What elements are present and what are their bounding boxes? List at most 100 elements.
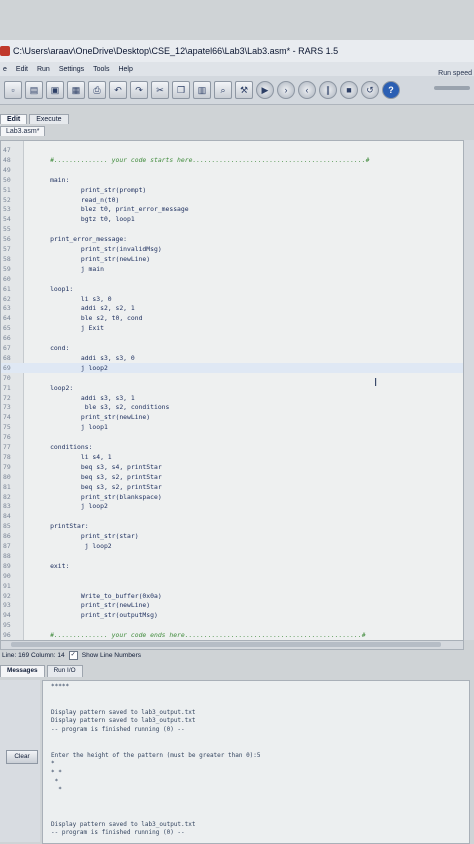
run-icon[interactable]: ▶ bbox=[256, 81, 274, 99]
code-line[interactable]: 73 ble s3, s2, conditions bbox=[1, 402, 463, 412]
find-icon[interactable]: ⌕ bbox=[214, 81, 232, 99]
help-icon[interactable]: ? bbox=[382, 81, 400, 99]
line-number: 60 bbox=[3, 274, 11, 283]
file-tab-lab3[interactable]: Lab3.asm* bbox=[0, 126, 46, 136]
code-line[interactable]: 47 bbox=[1, 145, 463, 155]
code-line[interactable]: 66 bbox=[1, 333, 463, 343]
code-line[interactable]: 57 print_str(invalidMsg) bbox=[1, 244, 463, 254]
code-line[interactable]: 56 print_error_message: bbox=[1, 234, 463, 244]
line-number: 87 bbox=[3, 542, 11, 550]
code-line[interactable]: 95 bbox=[1, 620, 463, 630]
save-all-icon[interactable]: ▦ bbox=[67, 81, 85, 99]
code-line[interactable]: 53 blez t0, print_error_message bbox=[1, 204, 463, 214]
menu-file[interactable]: e bbox=[3, 66, 7, 73]
scrollbar-thumb[interactable] bbox=[11, 642, 441, 647]
line-number: 64 bbox=[3, 314, 11, 323]
code-editor[interactable]: 47 48 #.............. your code starts he… bbox=[0, 140, 464, 642]
line-number: 90 bbox=[3, 571, 11, 580]
code-line[interactable]: 63 addi s2, s2, 1 bbox=[1, 303, 463, 313]
code-line[interactable]: 49 bbox=[1, 165, 463, 175]
pause-icon[interactable]: ∥ bbox=[319, 81, 337, 99]
code-text: j loop2 bbox=[27, 363, 108, 372]
code-line[interactable]: 55 bbox=[1, 224, 463, 234]
tab-execute[interactable]: Execute bbox=[29, 114, 69, 124]
print-icon[interactable]: ⎙ bbox=[88, 81, 106, 99]
menu-settings[interactable]: Settings bbox=[59, 66, 84, 73]
editor-vertical-scrollbar[interactable] bbox=[463, 140, 474, 640]
assemble-icon[interactable]: ⚒ bbox=[235, 81, 253, 99]
code-line[interactable]: 70 bbox=[1, 373, 463, 383]
run-speed-label: Run speed bbox=[438, 70, 472, 77]
code-line[interactable]: 75 j loop1 bbox=[1, 422, 463, 432]
code-line[interactable]: 48 #.............. your code starts here… bbox=[1, 155, 463, 165]
copy-icon[interactable]: ❐ bbox=[172, 81, 190, 99]
code-text: conditions: bbox=[27, 443, 93, 451]
code-line[interactable]: 80 beq s3, s2, printStar bbox=[1, 472, 463, 482]
code-line[interactable]: 96 #.............. your code ends here..… bbox=[1, 630, 463, 640]
backstep-icon[interactable]: ‹ bbox=[298, 81, 316, 99]
code-line[interactable]: 50 main: bbox=[1, 175, 463, 185]
code-line[interactable]: 71 loop2: bbox=[1, 383, 463, 393]
code-line[interactable]: 91 bbox=[1, 581, 463, 591]
redo-icon[interactable]: ↷ bbox=[130, 81, 148, 99]
code-line[interactable]: 81 beq s3, s2, printStar bbox=[1, 482, 463, 492]
code-line[interactable]: 61 loop1: bbox=[1, 284, 463, 294]
console-line: Display pattern saved to lab3_output.txt bbox=[51, 717, 196, 725]
undo-icon[interactable]: ↶ bbox=[109, 81, 127, 99]
code-line[interactable]: 93 print_str(newLine) bbox=[1, 600, 463, 610]
code-text: loop2: bbox=[27, 383, 74, 392]
paste-icon[interactable]: ▥ bbox=[193, 81, 211, 99]
step-icon[interactable]: › bbox=[277, 81, 295, 99]
new-file-icon[interactable]: ▫ bbox=[4, 81, 22, 99]
code-line[interactable]: 58 print_str(newLine) bbox=[1, 254, 463, 264]
code-line[interactable]: 65 j Exit bbox=[1, 323, 463, 333]
code-line[interactable]: 79 beq s3, s4, printStar bbox=[1, 462, 463, 472]
code-line[interactable]: 59 j main bbox=[1, 264, 463, 274]
code-line[interactable]: 54 bgtz t0, loop1 bbox=[1, 214, 463, 224]
menu-help[interactable]: Help bbox=[118, 66, 132, 73]
code-line[interactable]: 94 print_str(outputMsg) bbox=[1, 610, 463, 620]
tab-edit[interactable]: Edit bbox=[0, 114, 28, 124]
code-line[interactable]: 52 read_n(t0) bbox=[1, 195, 463, 205]
clear-button[interactable]: Clear bbox=[6, 750, 38, 764]
code-line[interactable]: 51 print_str(prompt) bbox=[1, 185, 463, 195]
code-line[interactable]: 86 print_str(star) bbox=[1, 531, 463, 541]
code-line[interactable]: 83 j loop2 bbox=[1, 501, 463, 511]
code-line[interactable]: 69 j loop2 bbox=[1, 362, 463, 373]
menu-run[interactable]: Run bbox=[37, 66, 50, 73]
code-line[interactable]: 72 addi s3, s3, 1 bbox=[1, 393, 463, 403]
editor-status-line: Line: 169 Column: 14 ✓ Show Line Numbers bbox=[0, 649, 474, 661]
code-line[interactable]: 88 bbox=[1, 551, 463, 561]
code-line[interactable]: 76 bbox=[1, 432, 463, 442]
code-line[interactable]: 68 addi s3, s3, 0 bbox=[1, 353, 463, 363]
stop-icon[interactable]: ■ bbox=[340, 81, 358, 99]
open-icon[interactable]: ▤ bbox=[25, 81, 43, 99]
line-number: 92 bbox=[3, 591, 11, 600]
reset-icon[interactable]: ↺ bbox=[361, 81, 379, 99]
code-line[interactable]: 60 bbox=[1, 274, 463, 284]
code-line[interactable]: 84 bbox=[1, 511, 463, 521]
run-speed-slider[interactable] bbox=[434, 86, 470, 90]
save-icon[interactable]: ▣ bbox=[46, 81, 64, 99]
code-line[interactable]: 90 bbox=[1, 571, 463, 581]
code-line[interactable]: 77 conditions: bbox=[1, 442, 463, 452]
code-text: j Exit bbox=[27, 324, 104, 333]
code-line[interactable]: 78 li s4, 1 bbox=[1, 452, 463, 462]
code-line[interactable]: 85 printStar: bbox=[1, 521, 463, 531]
code-text: Write_to_buffer(0x0a) bbox=[27, 591, 162, 600]
show-line-numbers-checkbox[interactable]: ✓ bbox=[68, 650, 78, 660]
code-line[interactable]: 89 exit: bbox=[1, 561, 463, 571]
code-line[interactable]: 62 li s3, 0 bbox=[1, 294, 463, 304]
code-line[interactable]: 82 print_str(blankspace) bbox=[1, 492, 463, 502]
tab-messages[interactable]: Messages bbox=[0, 665, 45, 677]
menu-tools[interactable]: Tools bbox=[93, 66, 109, 73]
code-line[interactable]: 92 Write_to_buffer(0x0a) bbox=[1, 591, 463, 601]
code-line[interactable]: 87 j loop2 bbox=[1, 541, 463, 551]
run-io-console[interactable]: ***** Display pattern saved to lab3_outpu… bbox=[42, 680, 470, 844]
tab-run-io[interactable]: Run I/O bbox=[46, 665, 83, 677]
cut-icon[interactable]: ✂ bbox=[151, 81, 169, 99]
code-line[interactable]: 67 cond: bbox=[1, 343, 463, 353]
code-line[interactable]: 64 ble s2, t0, cond bbox=[1, 313, 463, 323]
menu-edit[interactable]: Edit bbox=[16, 66, 28, 73]
code-line[interactable]: 74 print_str(newLine) bbox=[1, 412, 463, 422]
